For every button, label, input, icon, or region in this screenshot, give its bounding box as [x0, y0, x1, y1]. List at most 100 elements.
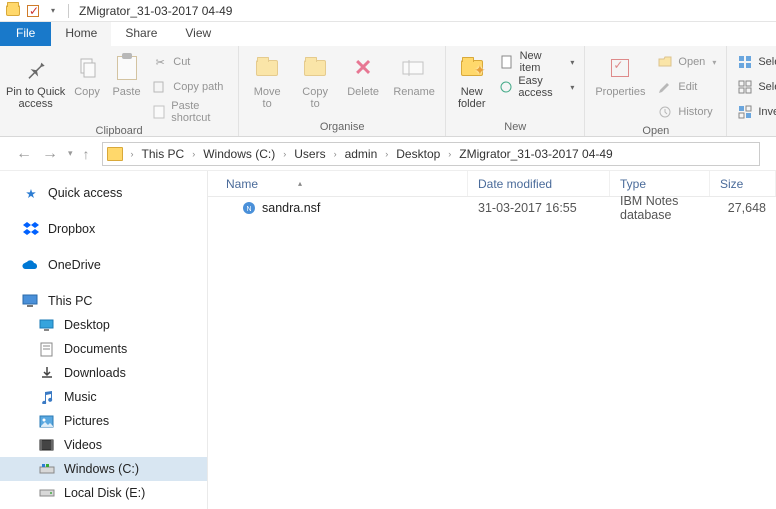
copy-path-button[interactable]: Copy path: [148, 76, 232, 98]
tab-view[interactable]: View: [171, 22, 225, 46]
sidebar-label: Music: [64, 390, 97, 404]
paste-icon: [111, 52, 143, 84]
column-header-type[interactable]: Type: [610, 171, 710, 196]
breadcrumb-item[interactable]: Desktop: [394, 147, 442, 161]
cut-button[interactable]: ✂Cut: [148, 51, 232, 73]
sidebar-item-onedrive[interactable]: OneDrive: [0, 253, 207, 277]
ribbon: Pin to Quick access Copy Paste ✂Cut Copy…: [0, 46, 776, 137]
move-to-icon: [251, 52, 283, 84]
history-button[interactable]: History: [653, 101, 720, 123]
ribbon-group-organise: Move to Copy to ✕ Delete Rename Organise: [239, 46, 446, 136]
sidebar-item-local-e[interactable]: Local Disk (E:): [0, 481, 207, 505]
ribbon-group-select: Sele Sele Inve: [727, 46, 776, 136]
this-pc-icon: [22, 293, 40, 309]
copy-path-icon: [152, 79, 168, 95]
sidebar-label: Downloads: [64, 366, 126, 380]
sidebar-label: Documents: [64, 342, 127, 356]
properties-qat-icon[interactable]: [24, 2, 42, 20]
breadcrumb-item[interactable]: Users: [292, 147, 327, 161]
sidebar-item-this-pc[interactable]: This PC: [0, 289, 207, 313]
sidebar-item-downloads[interactable]: Downloads: [0, 361, 207, 385]
paste-label: Paste: [112, 86, 140, 98]
qat-dropdown-icon[interactable]: ▾: [44, 2, 62, 20]
new-item-label: New item: [520, 50, 564, 74]
sidebar-item-windows-c[interactable]: Windows (C:): [0, 457, 207, 481]
chevron-right-icon[interactable]: ›: [279, 149, 290, 159]
pin-to-quick-access-button[interactable]: Pin to Quick access: [6, 48, 65, 110]
rename-label: Rename: [393, 86, 435, 98]
chevron-right-icon[interactable]: ›: [127, 149, 138, 159]
address-bar[interactable]: › This PC › Windows (C:) › Users › admin…: [102, 142, 760, 166]
properties-label: Properties: [595, 86, 645, 98]
select-none-label: Sele: [758, 81, 776, 93]
edit-label: Edit: [678, 81, 697, 93]
divider: [68, 4, 69, 18]
chevron-right-icon[interactable]: ›: [188, 149, 199, 159]
sidebar-label: Quick access: [48, 186, 122, 200]
paste-shortcut-button[interactable]: Paste shortcut: [148, 101, 232, 123]
invert-selection-icon: [737, 104, 753, 120]
select-none-icon: [737, 79, 753, 95]
easy-access-button[interactable]: Easy access▾: [495, 76, 578, 98]
file-size-cell: 27,648: [710, 201, 776, 215]
chevron-right-icon[interactable]: ›: [444, 149, 455, 159]
cut-icon: ✂: [152, 54, 168, 70]
copy-to-icon: [299, 52, 331, 84]
column-header-date[interactable]: Date modified: [468, 171, 610, 196]
chevron-down-icon: ▾: [570, 58, 574, 67]
sidebar-item-desktop[interactable]: Desktop: [0, 313, 207, 337]
sidebar-item-dropbox[interactable]: Dropbox: [0, 217, 207, 241]
drive-icon: [38, 461, 56, 477]
sidebar-item-music[interactable]: Music: [0, 385, 207, 409]
breadcrumb-item[interactable]: admin: [343, 147, 380, 161]
easy-access-icon: [499, 79, 513, 95]
ribbon-tabs: File Home Share View: [0, 22, 776, 46]
open-group-label: Open: [591, 123, 720, 140]
move-to-button[interactable]: Move to: [245, 48, 289, 110]
folder-icon[interactable]: [4, 2, 22, 20]
sidebar-item-pictures[interactable]: Pictures: [0, 409, 207, 433]
title-bar: ▾ ZMigrator_31-03-2017 04-49: [0, 0, 776, 22]
folder-icon: [107, 147, 123, 161]
select-none-button[interactable]: Sele: [733, 76, 776, 98]
edit-button[interactable]: Edit: [653, 76, 720, 98]
sidebar-item-videos[interactable]: Videos: [0, 433, 207, 457]
sidebar-item-documents[interactable]: Documents: [0, 337, 207, 361]
file-list: Name▴ Date modified Type Size N sandra.n…: [208, 171, 776, 509]
column-header-name[interactable]: Name▴: [208, 171, 468, 196]
rename-button[interactable]: Rename: [389, 48, 439, 98]
forward-button[interactable]: →: [42, 145, 58, 163]
select-all-button[interactable]: Sele: [733, 51, 776, 73]
breadcrumb-item[interactable]: This PC: [140, 147, 187, 161]
copy-to-button[interactable]: Copy to: [293, 48, 337, 110]
sidebar-label: Windows (C:): [64, 462, 139, 476]
breadcrumb-item[interactable]: ZMigrator_31-03-2017 04-49: [457, 147, 614, 161]
select-all-icon: [737, 54, 753, 70]
properties-button[interactable]: Properties: [591, 48, 649, 98]
chevron-right-icon[interactable]: ›: [381, 149, 392, 159]
invert-selection-button[interactable]: Inve: [733, 101, 776, 123]
new-item-button[interactable]: New item ▾: [495, 51, 578, 73]
new-folder-icon: ✦: [456, 52, 488, 84]
column-header-size[interactable]: Size: [710, 171, 776, 196]
nsf-file-icon: N: [242, 201, 256, 215]
tab-file[interactable]: File: [0, 22, 51, 46]
delete-button[interactable]: ✕ Delete: [341, 48, 385, 98]
up-button[interactable]: ↑: [83, 146, 90, 162]
file-name-cell: N sandra.nsf: [208, 201, 468, 215]
recent-locations-button[interactable]: ▾: [68, 148, 73, 159]
back-button[interactable]: ←: [16, 145, 32, 163]
select-group-label: [733, 131, 776, 136]
tab-home[interactable]: Home: [51, 22, 111, 46]
music-icon: [38, 389, 56, 405]
copy-button[interactable]: Copy: [69, 48, 104, 98]
sidebar-item-quick-access[interactable]: ★Quick access: [0, 181, 207, 205]
chevron-right-icon[interactable]: ›: [330, 149, 341, 159]
pin-icon: [20, 52, 52, 84]
tab-share[interactable]: Share: [111, 22, 171, 46]
new-folder-button[interactable]: ✦ New folder: [452, 48, 491, 110]
breadcrumb-item[interactable]: Windows (C:): [201, 147, 277, 161]
paste-button[interactable]: Paste: [109, 48, 144, 98]
file-row[interactable]: N sandra.nsf 31-03-2017 16:55 IBM Notes …: [208, 197, 776, 219]
open-button[interactable]: Open▾: [653, 51, 720, 73]
